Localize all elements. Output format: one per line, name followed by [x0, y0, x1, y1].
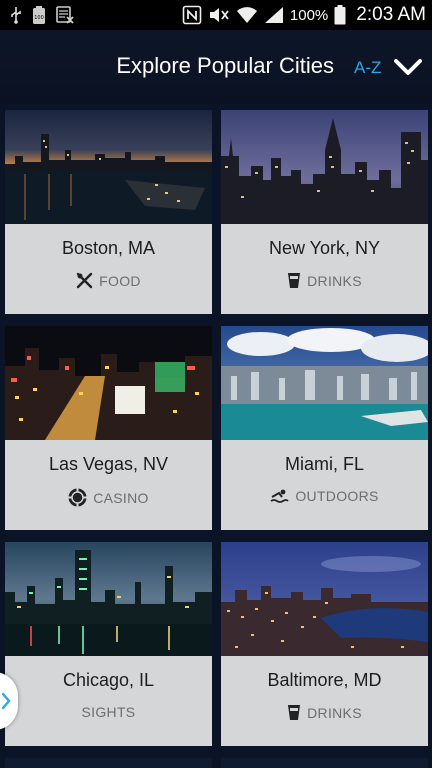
- clock: 2:03 AM: [356, 4, 426, 25]
- battery-small-label: 100: [34, 15, 44, 21]
- city-category-label: OUTDOORS: [295, 488, 379, 504]
- city-card-new-york[interactable]: New York, NY DRINKS: [221, 110, 428, 314]
- city-category: SIGHTS: [5, 704, 212, 720]
- city-name: Boston, MA: [61, 238, 156, 258]
- nfc-icon: [182, 5, 202, 25]
- city-card-chicago[interactable]: Chicago, IL SIGHTS: [5, 542, 212, 746]
- status-bar: 100 100% 2:03 AM: [0, 0, 432, 30]
- city-category-label: SIGHTS: [81, 704, 136, 720]
- sort-order-label[interactable]: A-Z: [354, 58, 381, 78]
- city-category: DRINKS: [221, 272, 428, 289]
- poker-chip-icon: [68, 488, 87, 507]
- city-name: Chicago, IL: [62, 670, 155, 690]
- city-category-label: DRINKS: [307, 704, 362, 721]
- city-category-label: DRINKS: [307, 272, 362, 289]
- city-category-label: CASINO: [93, 489, 149, 506]
- city-category: DRINKS: [221, 704, 428, 721]
- city-card-baltimore[interactable]: Baltimore, MD DRINKS: [221, 542, 428, 746]
- chevron-down-icon: [394, 59, 422, 75]
- city-photo-chicago: [5, 542, 212, 656]
- usb-icon: [10, 6, 22, 24]
- swimmer-icon: [270, 489, 289, 503]
- battery-icon: [334, 5, 346, 25]
- calendar-off-icon: [56, 5, 74, 25]
- city-grid: Boston, MA FOOD New York, NY DRINKS Las …: [0, 104, 432, 768]
- status-bar-left: 100: [10, 5, 74, 25]
- city-card-boston[interactable]: Boston, MA FOOD: [5, 110, 212, 314]
- app-header: Explore Popular Cities A-Z: [0, 30, 432, 104]
- city-category-label: FOOD: [99, 272, 141, 289]
- battery-percent: 100%: [289, 6, 329, 24]
- city-category: FOOD: [5, 272, 212, 289]
- signal-icon: [264, 6, 284, 24]
- city-card-las-vegas[interactable]: Las Vegas, NV CASINO: [5, 326, 212, 530]
- city-card-partial[interactable]: [5, 758, 212, 768]
- city-category: CASINO: [5, 488, 212, 507]
- pint-glass-icon: [287, 272, 301, 289]
- city-photo-baltimore: [221, 542, 428, 656]
- battery-100-icon: 100: [32, 5, 46, 25]
- mute-icon: [208, 5, 230, 25]
- city-name: Baltimore, MD: [267, 670, 382, 690]
- fork-knife-icon: [76, 272, 93, 289]
- page-title: Explore Popular Cities: [116, 53, 334, 78]
- pint-glass-icon: [287, 704, 301, 721]
- status-bar-right: 100% 2:03 AM: [182, 4, 426, 26]
- city-photo-boston: [5, 110, 212, 224]
- sort-dropdown-toggle[interactable]: [392, 54, 424, 80]
- city-card-partial[interactable]: [221, 758, 428, 768]
- chevron-right-icon: [1, 692, 11, 710]
- city-category: OUTDOORS: [221, 488, 428, 504]
- city-name: Miami, FL: [284, 454, 364, 474]
- city-photo-new-york: [221, 110, 428, 224]
- city-card-miami[interactable]: Miami, FL OUTDOORS: [221, 326, 428, 530]
- city-photo-miami: [221, 326, 428, 440]
- city-name: New York, NY: [268, 238, 381, 258]
- wifi-icon: [236, 6, 258, 24]
- city-name: Las Vegas, NV: [48, 454, 169, 474]
- city-photo-las-vegas: [5, 326, 212, 440]
